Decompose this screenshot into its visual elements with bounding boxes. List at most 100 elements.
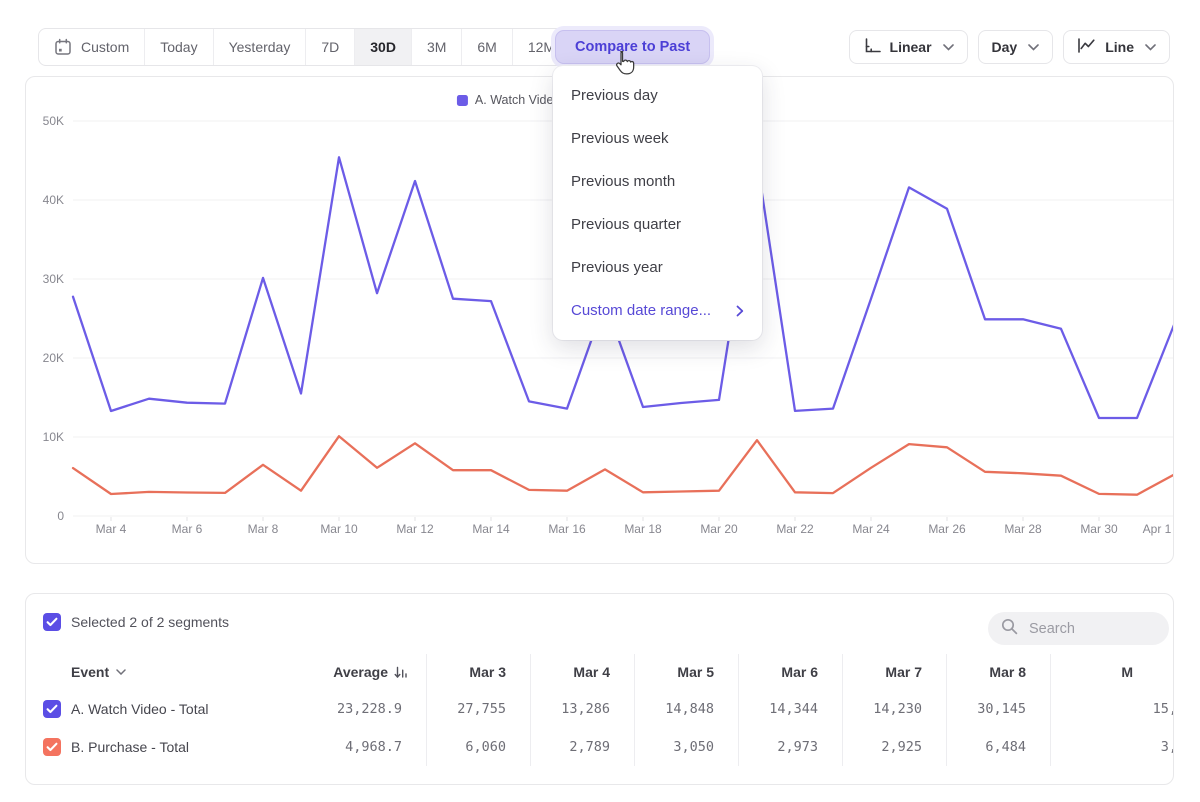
- menu-item-previous-year[interactable]: Previous year: [553, 246, 762, 289]
- segments-table: Event Average Mar 3 Mar 4 Mar 5 Mar 6 Mar 7 Mar…: [26, 654, 1174, 766]
- line-chart-icon: [1077, 38, 1096, 56]
- svg-text:Mar 18: Mar 18: [624, 522, 662, 536]
- legend-swatch: [457, 95, 468, 106]
- segment-name: B. Purchase - Total: [71, 739, 189, 755]
- date-value: 6,484: [985, 739, 1026, 755]
- date-value: 14,344: [769, 701, 818, 717]
- svg-text:Apr 1: Apr 1: [1143, 522, 1172, 536]
- range-button-custom[interactable]: Custom: [39, 29, 145, 65]
- range-label: 12M: [528, 39, 555, 55]
- date-value: 13,286: [561, 701, 610, 717]
- date-column-header-clipped: M: [1121, 664, 1133, 680]
- menu-item-previous-month[interactable]: Previous month: [553, 160, 762, 203]
- date-column-header[interactable]: Mar 5: [677, 664, 714, 680]
- menu-item-previous-week[interactable]: Previous week: [553, 117, 762, 160]
- search-input[interactable]: [1027, 620, 1147, 638]
- svg-text:40K: 40K: [43, 193, 64, 207]
- range-button-6m[interactable]: 6M: [462, 29, 512, 65]
- range-label: 3M: [427, 39, 446, 55]
- svg-text:Mar 16: Mar 16: [548, 522, 586, 536]
- svg-text:Mar 22: Mar 22: [776, 522, 814, 536]
- range-button-yesterday[interactable]: Yesterday: [214, 29, 307, 65]
- segment-checkbox[interactable]: [43, 700, 61, 718]
- date-value: 27,755: [457, 701, 506, 717]
- range-label: 6M: [477, 39, 496, 55]
- svg-text:Mar 20: Mar 20: [700, 522, 738, 536]
- interval-dropdown[interactable]: Day: [978, 30, 1054, 64]
- menu-item-previous-day[interactable]: Previous day: [553, 74, 762, 117]
- chart-type-dropdown[interactable]: Line: [1063, 30, 1170, 64]
- date-column-header[interactable]: Mar 3: [469, 664, 506, 680]
- svg-text:Mar 30: Mar 30: [1080, 522, 1118, 536]
- svg-text:50K: 50K: [43, 114, 64, 128]
- segment-row: B. Purchase - Total 4,968.7 6,060 2,789 3,05…: [26, 728, 1174, 766]
- average-value: 4,968.7: [316, 739, 426, 755]
- event-column-header[interactable]: Event: [71, 664, 316, 680]
- custom-date-range-label: Custom date range...: [571, 302, 711, 319]
- svg-text:Mar 14: Mar 14: [472, 522, 510, 536]
- segment-name: A. Watch Video - Total: [71, 701, 208, 717]
- chevron-down-icon: [943, 44, 954, 51]
- scale-label: Linear: [890, 39, 932, 55]
- segments-card: Selected 2 of 2 segments Event Average Mar…: [25, 593, 1174, 785]
- calendar-icon: [54, 38, 72, 56]
- table-header-row: Event Average Mar 3 Mar 4 Mar 5 Mar 6 Mar 7 Mar…: [26, 654, 1174, 690]
- svg-text:Mar 4: Mar 4: [96, 522, 127, 536]
- date-value: 2,973: [777, 739, 818, 755]
- menu-item-custom-date-range[interactable]: Custom date range...: [553, 289, 762, 332]
- svg-text:Mar 26: Mar 26: [928, 522, 966, 536]
- range-label: 30D: [370, 39, 396, 55]
- svg-text:30K: 30K: [43, 272, 64, 286]
- search-box[interactable]: [988, 612, 1169, 645]
- date-range-group: Custom Today Yesterday 7D 30D 3M 6M 12M: [38, 28, 571, 66]
- axis-scale-icon: [863, 38, 881, 57]
- chevron-right-icon: [736, 305, 744, 317]
- search-icon: [1001, 618, 1018, 640]
- date-value: 2,789: [569, 739, 610, 755]
- segment-checkbox[interactable]: [43, 738, 61, 756]
- date-value: 6,060: [465, 739, 506, 755]
- svg-text:Mar 10: Mar 10: [320, 522, 358, 536]
- sort-descending-icon[interactable]: [394, 666, 408, 679]
- compare-to-past-menu: Previous dayPrevious weekPrevious monthP…: [553, 66, 762, 340]
- range-button-7d[interactable]: 7D: [306, 29, 355, 65]
- interval-label: Day: [992, 39, 1018, 55]
- date-value: 14,230: [873, 701, 922, 717]
- svg-text:20K: 20K: [43, 351, 64, 365]
- average-column-header[interactable]: Average: [333, 664, 388, 680]
- range-button-30d[interactable]: 30D: [355, 29, 412, 65]
- selected-segments-label: Selected 2 of 2 segments: [71, 614, 229, 630]
- chevron-down-icon: [116, 669, 126, 675]
- svg-text:Mar 12: Mar 12: [396, 522, 434, 536]
- chart-controls: Linear Day Line: [849, 30, 1170, 64]
- date-column-header[interactable]: Mar 8: [989, 664, 1026, 680]
- chevron-down-icon: [1028, 44, 1039, 51]
- scale-dropdown[interactable]: Linear: [849, 30, 968, 64]
- compare-to-past-button[interactable]: Compare to Past: [555, 30, 710, 64]
- date-column-header[interactable]: Mar 7: [885, 664, 922, 680]
- date-value: 14,848: [665, 701, 714, 717]
- date-column-header[interactable]: Mar 4: [573, 664, 610, 680]
- range-label: 7D: [321, 39, 339, 55]
- menu-item-previous-quarter[interactable]: Previous quarter: [553, 203, 762, 246]
- chart-type-label: Line: [1105, 39, 1134, 55]
- range-label: Today: [160, 39, 197, 55]
- range-label: Custom: [81, 39, 129, 55]
- date-value: 3,050: [673, 739, 714, 755]
- svg-text:0: 0: [57, 509, 64, 523]
- svg-text:Mar 24: Mar 24: [852, 522, 890, 536]
- date-value: 30,145: [977, 701, 1026, 717]
- chevron-down-icon: [1145, 44, 1156, 51]
- select-all-checkbox[interactable]: [43, 613, 61, 631]
- svg-text:Mar 8: Mar 8: [248, 522, 279, 536]
- date-column-header[interactable]: Mar 6: [781, 664, 818, 680]
- date-value-clipped: 15,: [1153, 701, 1174, 717]
- date-value-clipped: 3,: [1161, 739, 1174, 755]
- average-value: 23,228.9: [316, 701, 426, 717]
- segment-row: A. Watch Video - Total 23,228.9 27,755 13,2…: [26, 690, 1174, 728]
- range-button-today[interactable]: Today: [145, 29, 213, 65]
- svg-text:Mar 6: Mar 6: [172, 522, 203, 536]
- svg-text:Mar 28: Mar 28: [1004, 522, 1042, 536]
- date-value: 2,925: [881, 739, 922, 755]
- range-button-3m[interactable]: 3M: [412, 29, 462, 65]
